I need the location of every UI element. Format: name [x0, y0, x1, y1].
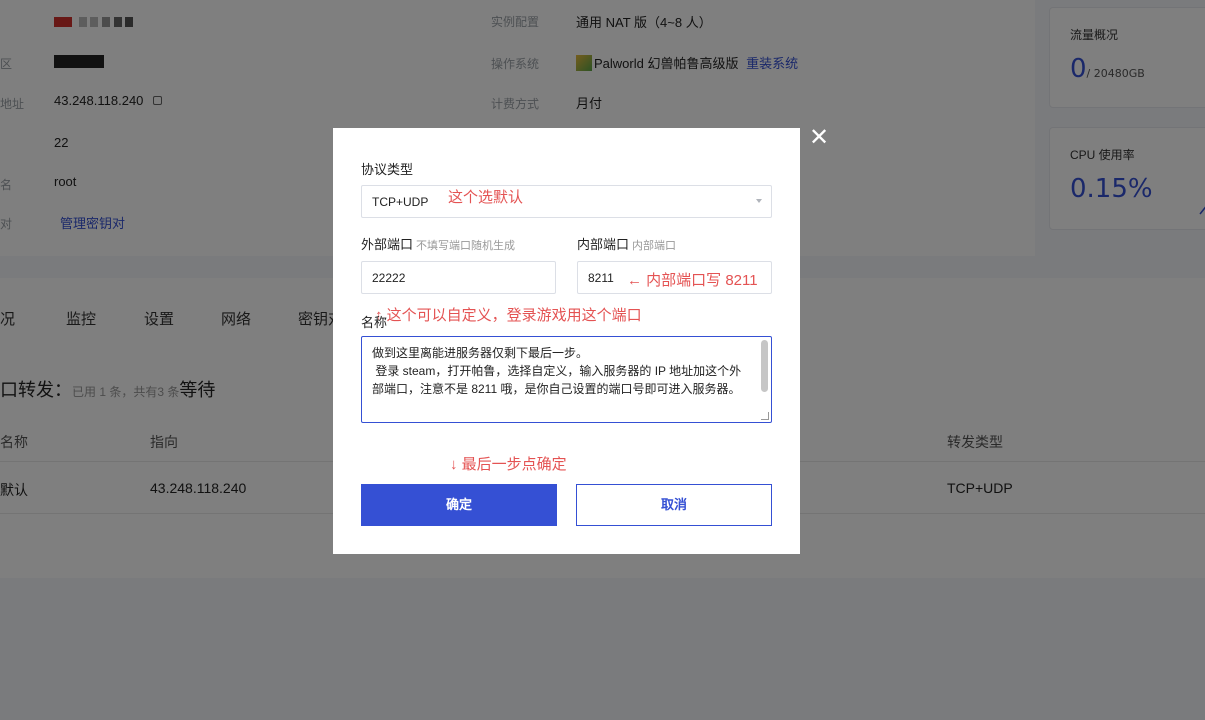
external-port-annotation: ↑ 这个可以自定义，登录游戏用这个端口	[375, 307, 642, 324]
textarea-scrollbar[interactable]	[761, 340, 768, 392]
protocol-select[interactable]: TCP+UDP	[361, 185, 772, 218]
name-textarea[interactable]: 做到这里离能进服务器仅剩下最后一步。 登录 steam，打开帕鲁，选择自定义，输…	[361, 336, 772, 423]
external-port-input[interactable]: 22222	[361, 261, 556, 294]
protocol-label: 协议类型	[361, 162, 414, 177]
protocol-select-value: TCP+UDP	[372, 195, 429, 209]
add-port-forward-dialog: 协议类型 TCP+UDP 这个选默认 外部端口 不填写端口随机生成 22222 内…	[333, 128, 800, 554]
close-icon[interactable]: ✕	[808, 124, 830, 150]
confirm-button[interactable]: 确定	[361, 484, 557, 526]
external-port-value: 22222	[372, 271, 406, 285]
resize-handle-icon[interactable]	[761, 412, 769, 420]
cancel-button[interactable]: 取消	[576, 484, 772, 526]
external-port-hint: 不填写端口随机生成	[416, 240, 516, 252]
internal-port-label-wrap: 内部端口 内部端口	[577, 234, 676, 253]
external-port-label-wrap: 外部端口 不填写端口随机生成	[361, 234, 515, 253]
confirm-annotation: ↓ 最后一步点确定	[450, 456, 567, 473]
name-textarea-value: 做到这里离能进服务器仅剩下最后一步。 登录 steam，打开帕鲁，选择自定义，输…	[372, 346, 742, 396]
chevron-down-icon	[756, 199, 762, 203]
internal-port-annotation: ← 内部端口写 8211	[627, 272, 758, 289]
external-port-label: 外部端口	[361, 237, 414, 252]
internal-port-value: 8211	[588, 271, 614, 285]
protocol-annotation: 这个选默认	[448, 189, 524, 206]
name-label: 名称	[361, 315, 388, 330]
internal-port-label: 内部端口	[577, 237, 630, 252]
internal-port-hint: 内部端口	[632, 240, 677, 252]
